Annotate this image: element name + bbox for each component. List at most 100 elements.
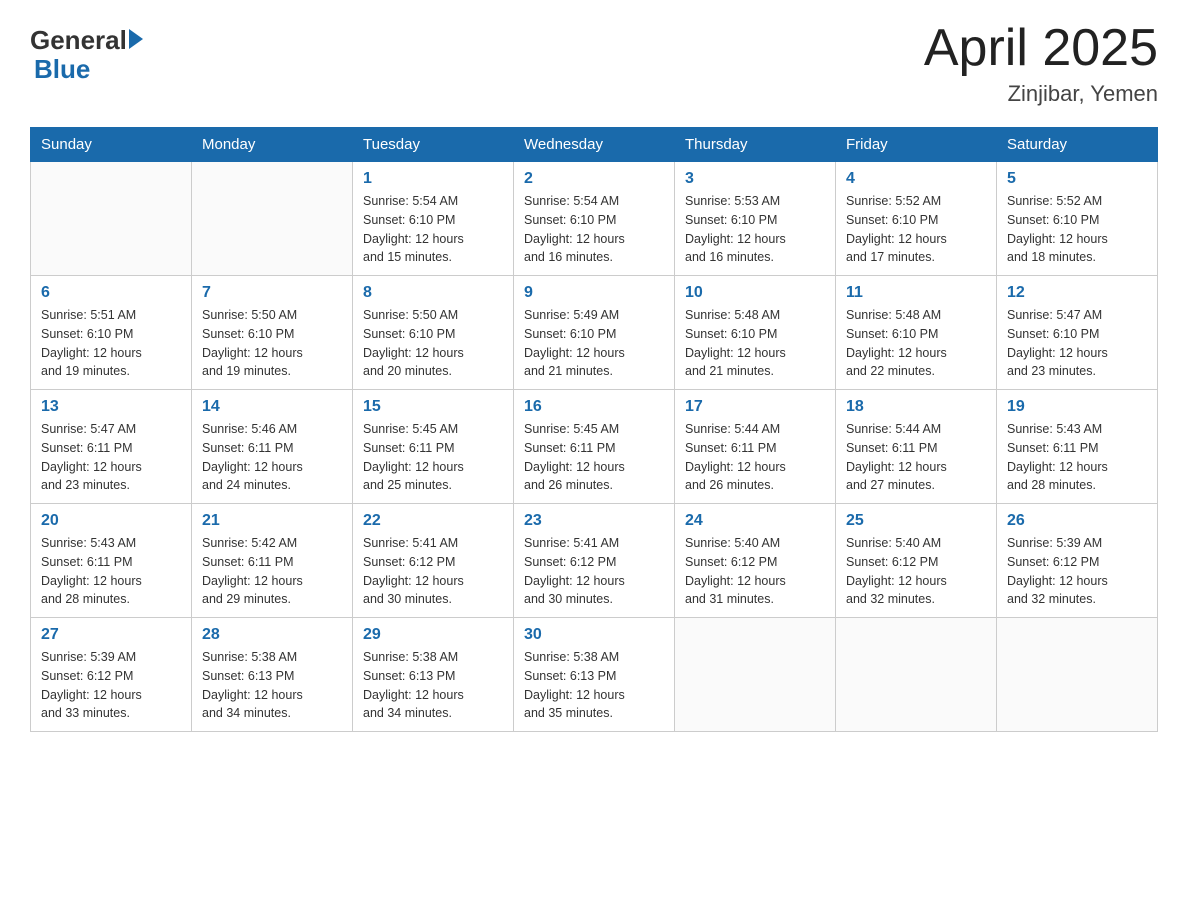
day-number: 30 <box>524 626 664 644</box>
calendar-week-row: 27 Sunrise: 5:39 AMSunset: 6:12 PMDayligh… <box>31 618 1158 732</box>
day-number: 2 <box>524 170 664 188</box>
calendar-day-cell: 10Sunrise: 5:48 AMSunset: 6:10 PMDayligh… <box>675 276 836 390</box>
day-number: 8 <box>363 284 503 302</box>
calendar-day-cell: 20 Sunrise: 5:43 AMSunset: 6:11 PMDayligh… <box>31 504 192 618</box>
day-info: Sunrise: 5:39 AMSunset: 6:12 PMDaylight:… <box>41 648 181 723</box>
calendar-week-row: 6Sunrise: 5:51 AMSunset: 6:10 PMDaylight… <box>31 276 1158 390</box>
calendar-title: April 2025 <box>924 20 1158 77</box>
day-info: Sunrise: 5:39 AMSunset: 6:12 PMDaylight:… <box>1007 534 1147 609</box>
day-info: Sunrise: 5:50 AMSunset: 6:10 PMDaylight:… <box>363 306 503 381</box>
day-number: 27 <box>41 626 181 644</box>
calendar-day-cell: 29 Sunrise: 5:38 AMSunset: 6:13 PMDayligh… <box>353 618 514 732</box>
calendar-week-row: 20 Sunrise: 5:43 AMSunset: 6:11 PMDayligh… <box>31 504 1158 618</box>
day-number: 18 <box>846 398 986 416</box>
day-info: Sunrise: 5:45 AMSunset: 6:11 PMDaylight:… <box>363 420 503 495</box>
day-number: 1 <box>363 170 503 188</box>
day-number: 9 <box>524 284 664 302</box>
calendar-week-row: 13 Sunrise: 5:47 AMSunset: 6:11 PMDayligh… <box>31 390 1158 504</box>
day-number: 13 <box>41 398 181 416</box>
day-info: Sunrise: 5:48 AMSunset: 6:10 PMDaylight:… <box>846 306 986 381</box>
calendar-day-cell: 27 Sunrise: 5:39 AMSunset: 6:12 PMDayligh… <box>31 618 192 732</box>
day-number: 10 <box>685 284 825 302</box>
day-info: Sunrise: 5:49 AMSunset: 6:10 PMDaylight:… <box>524 306 664 381</box>
calendar-day-cell <box>836 618 997 732</box>
day-info: Sunrise: 5:54 AMSunset: 6:10 PMDaylight:… <box>363 192 503 267</box>
day-of-week-header: Saturday <box>997 128 1158 162</box>
calendar-day-cell: 8 Sunrise: 5:50 AMSunset: 6:10 PMDaylight… <box>353 276 514 390</box>
day-info: Sunrise: 5:38 AMSunset: 6:13 PMDaylight:… <box>363 648 503 723</box>
day-info: Sunrise: 5:38 AMSunset: 6:13 PMDaylight:… <box>202 648 342 723</box>
day-number: 3 <box>685 170 825 188</box>
day-info: Sunrise: 5:41 AMSunset: 6:12 PMDaylight:… <box>524 534 664 609</box>
day-of-week-header: Sunday <box>31 128 192 162</box>
day-number: 15 <box>363 398 503 416</box>
day-info: Sunrise: 5:44 AMSunset: 6:11 PMDaylight:… <box>846 420 986 495</box>
day-info: Sunrise: 5:47 AMSunset: 6:10 PMDaylight:… <box>1007 306 1147 381</box>
day-info: Sunrise: 5:41 AMSunset: 6:12 PMDaylight:… <box>363 534 503 609</box>
calendar-day-cell <box>31 162 192 276</box>
calendar-day-cell: 23 Sunrise: 5:41 AMSunset: 6:12 PMDayligh… <box>514 504 675 618</box>
calendar-day-cell: 24Sunrise: 5:40 AMSunset: 6:12 PMDayligh… <box>675 504 836 618</box>
calendar-day-cell: 25 Sunrise: 5:40 AMSunset: 6:12 PMDayligh… <box>836 504 997 618</box>
day-info: Sunrise: 5:45 AMSunset: 6:11 PMDaylight:… <box>524 420 664 495</box>
calendar-day-cell: 14Sunrise: 5:46 AMSunset: 6:11 PMDayligh… <box>192 390 353 504</box>
calendar-day-cell: 16 Sunrise: 5:45 AMSunset: 6:11 PMDayligh… <box>514 390 675 504</box>
day-number: 7 <box>202 284 342 302</box>
day-number: 4 <box>846 170 986 188</box>
day-info: Sunrise: 5:50 AMSunset: 6:10 PMDaylight:… <box>202 306 342 381</box>
calendar-day-cell: 12 Sunrise: 5:47 AMSunset: 6:10 PMDayligh… <box>997 276 1158 390</box>
page-header: General Blue April 2025 Zinjibar, Yemen <box>30 20 1158 107</box>
day-number: 14 <box>202 398 342 416</box>
calendar-table: SundayMondayTuesdayWednesdayThursdayFrid… <box>30 127 1158 732</box>
day-info: Sunrise: 5:47 AMSunset: 6:11 PMDaylight:… <box>41 420 181 495</box>
day-info: Sunrise: 5:51 AMSunset: 6:10 PMDaylight:… <box>41 306 181 381</box>
calendar-day-cell <box>675 618 836 732</box>
calendar-day-cell: 26 Sunrise: 5:39 AMSunset: 6:12 PMDayligh… <box>997 504 1158 618</box>
calendar-day-cell <box>192 162 353 276</box>
day-number: 20 <box>41 512 181 530</box>
calendar-subtitle: Zinjibar, Yemen <box>924 81 1158 107</box>
day-number: 25 <box>846 512 986 530</box>
calendar-day-cell: 17 Sunrise: 5:44 AMSunset: 6:11 PMDayligh… <box>675 390 836 504</box>
calendar-day-cell: 30 Sunrise: 5:38 AMSunset: 6:13 PMDayligh… <box>514 618 675 732</box>
day-number: 23 <box>524 512 664 530</box>
calendar-day-cell: 9 Sunrise: 5:49 AMSunset: 6:10 PMDaylight… <box>514 276 675 390</box>
day-info: Sunrise: 5:54 AMSunset: 6:10 PMDaylight:… <box>524 192 664 267</box>
calendar-day-cell: 11Sunrise: 5:48 AMSunset: 6:10 PMDayligh… <box>836 276 997 390</box>
calendar-day-cell: 6Sunrise: 5:51 AMSunset: 6:10 PMDaylight… <box>31 276 192 390</box>
day-number: 21 <box>202 512 342 530</box>
day-of-week-header: Monday <box>192 128 353 162</box>
day-info: Sunrise: 5:38 AMSunset: 6:13 PMDaylight:… <box>524 648 664 723</box>
day-info: Sunrise: 5:43 AMSunset: 6:11 PMDaylight:… <box>41 534 181 609</box>
calendar-day-cell: 1 Sunrise: 5:54 AMSunset: 6:10 PMDaylight… <box>353 162 514 276</box>
day-info: Sunrise: 5:43 AMSunset: 6:11 PMDaylight:… <box>1007 420 1147 495</box>
day-number: 16 <box>524 398 664 416</box>
day-number: 29 <box>363 626 503 644</box>
day-number: 12 <box>1007 284 1147 302</box>
day-number: 5 <box>1007 170 1147 188</box>
day-info: Sunrise: 5:52 AMSunset: 6:10 PMDaylight:… <box>1007 192 1147 267</box>
day-info: Sunrise: 5:40 AMSunset: 6:12 PMDaylight:… <box>685 534 825 609</box>
calendar-day-cell: 4 Sunrise: 5:52 AMSunset: 6:10 PMDaylight… <box>836 162 997 276</box>
day-of-week-header: Thursday <box>675 128 836 162</box>
day-info: Sunrise: 5:52 AMSunset: 6:10 PMDaylight:… <box>846 192 986 267</box>
logo-blue-text: Blue <box>30 54 90 85</box>
calendar-day-cell: 22 Sunrise: 5:41 AMSunset: 6:12 PMDayligh… <box>353 504 514 618</box>
day-info: Sunrise: 5:40 AMSunset: 6:12 PMDaylight:… <box>846 534 986 609</box>
calendar-day-cell: 19Sunrise: 5:43 AMSunset: 6:11 PMDayligh… <box>997 390 1158 504</box>
calendar-day-cell: 28Sunrise: 5:38 AMSunset: 6:13 PMDayligh… <box>192 618 353 732</box>
logo: General Blue <box>30 20 143 85</box>
day-number: 22 <box>363 512 503 530</box>
calendar-day-cell: 2 Sunrise: 5:54 AMSunset: 6:10 PMDaylight… <box>514 162 675 276</box>
calendar-week-row: 1 Sunrise: 5:54 AMSunset: 6:10 PMDaylight… <box>31 162 1158 276</box>
title-section: April 2025 Zinjibar, Yemen <box>924 20 1158 107</box>
calendar-day-cell: 13 Sunrise: 5:47 AMSunset: 6:11 PMDayligh… <box>31 390 192 504</box>
day-info: Sunrise: 5:42 AMSunset: 6:11 PMDaylight:… <box>202 534 342 609</box>
day-number: 26 <box>1007 512 1147 530</box>
day-number: 17 <box>685 398 825 416</box>
day-info: Sunrise: 5:44 AMSunset: 6:11 PMDaylight:… <box>685 420 825 495</box>
calendar-day-cell <box>997 618 1158 732</box>
day-info: Sunrise: 5:53 AMSunset: 6:10 PMDaylight:… <box>685 192 825 267</box>
calendar-header-row: SundayMondayTuesdayWednesdayThursdayFrid… <box>31 128 1158 162</box>
calendar-day-cell: 5 Sunrise: 5:52 AMSunset: 6:10 PMDaylight… <box>997 162 1158 276</box>
